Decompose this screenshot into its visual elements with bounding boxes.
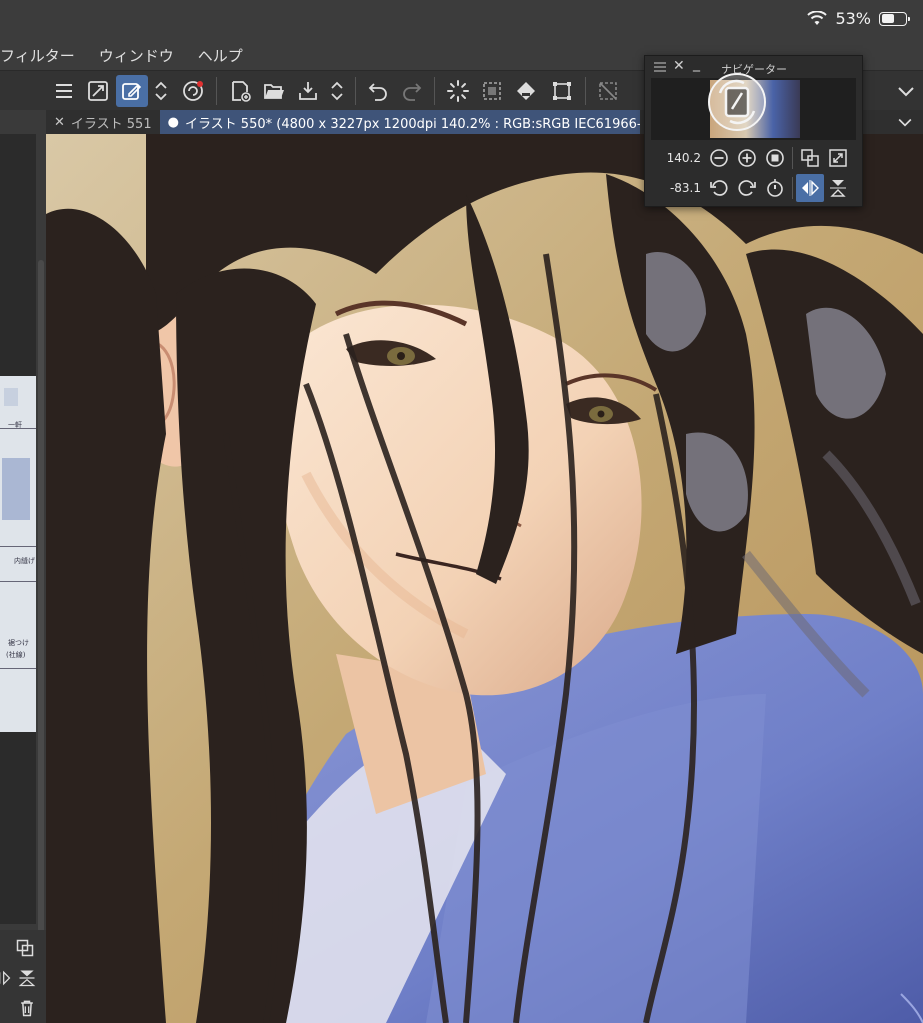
menu-icon xyxy=(56,84,72,98)
undo-button[interactable] xyxy=(362,75,394,107)
close-icon[interactable]: ✕ xyxy=(54,115,65,130)
new-canvas-icon xyxy=(232,81,251,102)
artwork xyxy=(46,134,923,1023)
drawing-canvas[interactable] xyxy=(46,134,923,1023)
zoom-out-button[interactable] xyxy=(705,144,733,172)
redo-button[interactable] xyxy=(396,75,428,107)
rotate-right-button[interactable] xyxy=(733,174,761,202)
tab-label: イラスト 551 xyxy=(70,116,152,132)
resize-icon xyxy=(88,81,108,101)
menu-window[interactable]: ウィンドウ xyxy=(87,45,186,66)
fit-screen-button[interactable] xyxy=(796,144,824,172)
deselect-icon xyxy=(599,82,617,100)
chevron-down-icon xyxy=(898,87,914,97)
select-dashed-icon xyxy=(483,82,501,100)
flip-vertical-button[interactable] xyxy=(824,174,852,202)
reference-label: (社線) xyxy=(6,651,26,659)
save-icon xyxy=(299,82,317,100)
rotate-left-button[interactable] xyxy=(705,174,733,202)
redo-icon xyxy=(403,83,422,101)
expand-toggle-button[interactable] xyxy=(148,75,174,107)
zoom-in-icon xyxy=(738,149,756,167)
zoom-in-button[interactable] xyxy=(733,144,761,172)
toolbar-divider xyxy=(216,77,217,105)
fill-window-button[interactable] xyxy=(824,144,852,172)
layer-copy-icon[interactable] xyxy=(15,938,35,958)
navigator-panel: ✕ _ ナビゲーター 140.2 -83.1 xyxy=(644,55,863,207)
companion-button[interactable] xyxy=(177,75,209,107)
save-button[interactable] xyxy=(292,75,324,107)
left-panel: 一軒 内縫げ 裾つけ (社線) xyxy=(0,110,46,1023)
minimize-icon[interactable]: _ xyxy=(693,56,700,72)
rotate-right-icon xyxy=(738,180,756,196)
toolbar-divider xyxy=(434,77,435,105)
rotation-row: -83.1 xyxy=(651,173,856,203)
flip-horizontal-icon[interactable] xyxy=(0,968,12,988)
flip-horizontal-icon xyxy=(802,180,819,196)
tab-illust-550[interactable]: ● イラスト 550* (4800 x 3227px 1200dpi 140.2… xyxy=(159,110,640,134)
swirl-icon xyxy=(183,81,203,101)
toolbar-overflow-button[interactable] xyxy=(894,75,918,107)
up-down-icon xyxy=(331,81,343,101)
toolbar-divider xyxy=(355,77,356,105)
battery-icon xyxy=(879,11,910,26)
left-scrollbar[interactable] xyxy=(38,260,44,1020)
reset-rotation-icon xyxy=(767,179,783,197)
clear-button[interactable] xyxy=(442,75,474,107)
edit-canvas-button[interactable] xyxy=(116,75,148,107)
loading-icon xyxy=(447,80,469,102)
toolbar-divider xyxy=(585,77,586,105)
zoom-out-icon xyxy=(710,149,728,167)
tab-illust-551[interactable]: ✕ イラスト 551 xyxy=(46,110,160,134)
fit-screen-icon xyxy=(801,149,819,167)
actual-size-button[interactable] xyxy=(761,144,789,172)
flip-vertical-icon xyxy=(830,180,846,197)
left-panel-footer xyxy=(0,930,46,1023)
fill-icon xyxy=(517,82,535,100)
expand-icon xyxy=(829,149,847,167)
zoom-value[interactable]: 140.2 xyxy=(651,151,705,165)
select-area-button[interactable] xyxy=(476,75,508,107)
nav-divider xyxy=(792,177,793,199)
status-bar: 53% xyxy=(0,0,923,40)
tab-label: イラスト 550* (4800 x 3227px 1200dpi 140.2% … xyxy=(184,116,640,132)
wifi-icon xyxy=(807,10,828,25)
reset-rotation-button[interactable] xyxy=(761,174,789,202)
deselect-button[interactable] xyxy=(592,75,624,107)
menu-filter[interactable]: フィルター xyxy=(0,45,87,66)
edit-canvas-icon xyxy=(122,83,142,100)
reference-label: 内縫げ xyxy=(14,557,35,565)
battery-level xyxy=(881,14,894,23)
drag-handle-icon[interactable] xyxy=(654,62,666,72)
file-expand-button[interactable] xyxy=(324,75,350,107)
fit-canvas-button[interactable] xyxy=(82,75,114,107)
reference-label: 裾つけ xyxy=(8,639,29,647)
reference-image: 一軒 内縫げ 裾つけ (社線) xyxy=(0,376,36,732)
rotate-canvas-icon[interactable] xyxy=(706,71,768,133)
fill-button[interactable] xyxy=(510,75,542,107)
up-down-icon xyxy=(155,81,167,101)
nav-divider xyxy=(792,147,793,169)
new-canvas-button[interactable] xyxy=(224,75,256,107)
trash-icon[interactable] xyxy=(17,998,37,1018)
rotation-value[interactable]: -83.1 xyxy=(651,181,705,195)
open-button[interactable] xyxy=(258,75,290,107)
flip-horizontal-button[interactable] xyxy=(796,174,824,202)
transform-icon xyxy=(553,82,571,100)
transform-button[interactable] xyxy=(546,75,578,107)
open-folder-icon xyxy=(264,84,284,99)
status-indicators: 53% xyxy=(807,9,910,28)
stop-circle-icon xyxy=(766,149,784,167)
flip-vertical-icon[interactable] xyxy=(17,968,37,988)
close-icon[interactable]: ✕ xyxy=(673,58,685,74)
reference-label: 一軒 xyxy=(8,421,22,429)
battery-percent: 53% xyxy=(835,9,871,28)
menu-button[interactable] xyxy=(48,75,80,107)
zoom-row: 140.2 xyxy=(651,143,856,173)
undo-icon xyxy=(368,83,387,101)
rotate-left-icon xyxy=(710,180,728,196)
menu-help[interactable]: ヘルプ xyxy=(186,45,255,66)
chevron-down-icon[interactable] xyxy=(895,112,915,132)
modified-dot-icon: ● xyxy=(167,114,179,130)
